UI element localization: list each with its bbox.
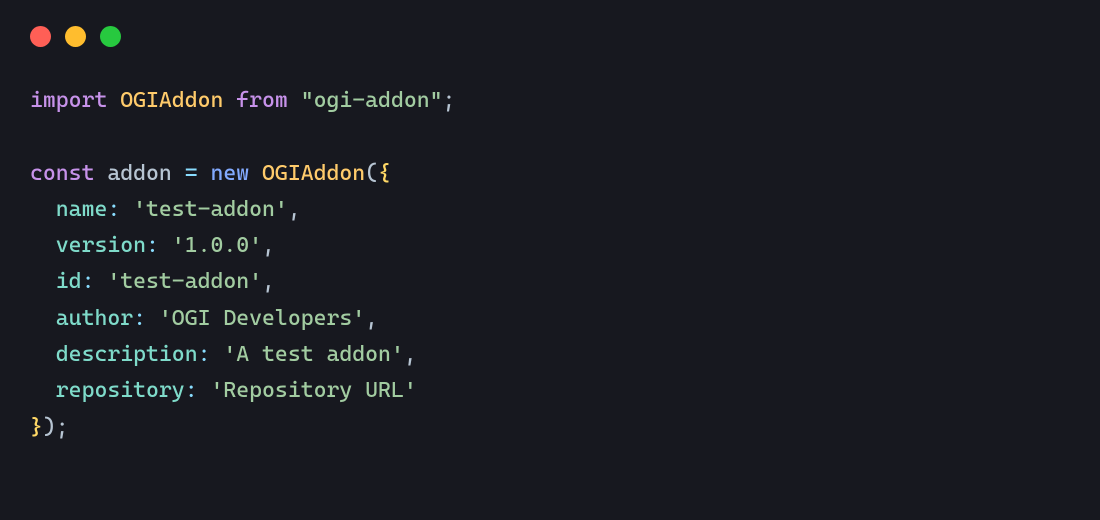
property-key: version: [56, 233, 146, 258]
open-brace: {: [378, 161, 391, 186]
comma: ,: [288, 197, 301, 222]
string-literal: 'Repository URL': [210, 378, 416, 403]
code-line: const addon = new OGIAddon({: [30, 156, 1070, 192]
colon: :: [185, 378, 198, 403]
string-literal: 'A test addon': [223, 342, 403, 367]
blank-line: [30, 119, 1070, 155]
code-window: import OGIAddon from "ogi-addon"; const a…: [0, 0, 1100, 520]
code-line: });: [30, 410, 1070, 446]
minimize-icon[interactable]: [65, 26, 86, 47]
close-brace: }: [30, 415, 43, 440]
semicolon: ;: [443, 88, 456, 113]
code-block: import OGIAddon from "ogi-addon"; const a…: [30, 83, 1070, 446]
class-name: OGIAddon: [262, 161, 365, 186]
keyword-new: new: [210, 161, 249, 186]
colon: :: [146, 233, 159, 258]
keyword-import: import: [30, 88, 107, 113]
zoom-icon[interactable]: [100, 26, 121, 47]
property-key: author: [56, 306, 133, 331]
colon: :: [107, 197, 120, 222]
code-line: import OGIAddon from "ogi-addon";: [30, 83, 1070, 119]
string-literal: 'test-addon': [133, 197, 288, 222]
traffic-lights: [30, 26, 1070, 47]
property-key: repository: [56, 378, 185, 403]
property-key: id: [56, 269, 82, 294]
code-line: version: '1.0.0',: [30, 228, 1070, 264]
import-source-string: "ogi-addon": [301, 88, 443, 113]
code-line: id: 'test-addon',: [30, 264, 1070, 300]
comma: ,: [365, 306, 378, 331]
code-line: author: 'OGI Developers',: [30, 301, 1070, 337]
code-line: repository: 'Repository URL': [30, 373, 1070, 409]
keyword-const: const: [30, 161, 94, 186]
semicolon: ;: [56, 415, 69, 440]
close-paren: ): [43, 415, 56, 440]
colon: :: [198, 342, 211, 367]
import-identifier: OGIAddon: [120, 88, 223, 113]
close-icon[interactable]: [30, 26, 51, 47]
keyword-from: from: [236, 88, 288, 113]
comma: ,: [262, 269, 275, 294]
string-literal: 'OGI Developers': [159, 306, 365, 331]
code-line: name: 'test-addon',: [30, 192, 1070, 228]
open-paren: (: [365, 161, 378, 186]
variable-name: addon: [107, 161, 171, 186]
comma: ,: [404, 342, 417, 367]
string-literal: 'test-addon': [107, 269, 262, 294]
colon: :: [82, 269, 95, 294]
string-literal: '1.0.0': [172, 233, 262, 258]
property-key: description: [56, 342, 198, 367]
comma: ,: [262, 233, 275, 258]
property-key: name: [56, 197, 108, 222]
colon: :: [133, 306, 146, 331]
operator-equals: =: [185, 161, 198, 186]
code-line: description: 'A test addon',: [30, 337, 1070, 373]
